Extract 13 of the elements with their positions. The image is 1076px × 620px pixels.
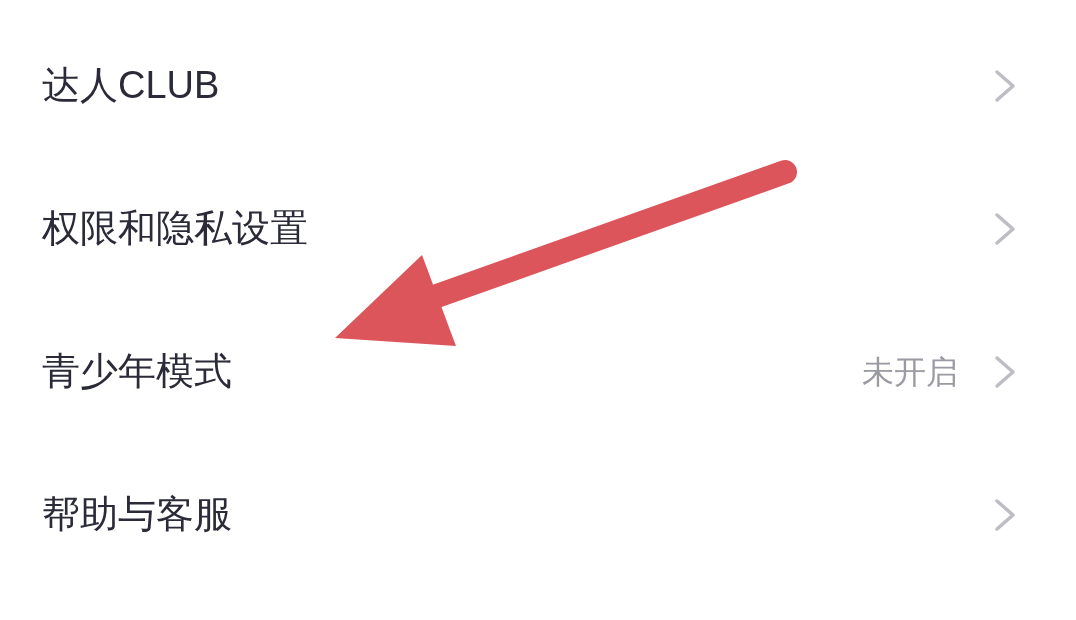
chevron-right-icon bbox=[994, 68, 1016, 103]
menu-item-label: 达人CLUB bbox=[42, 63, 220, 108]
menu-item[interactable]: 帮助与客服 bbox=[0, 443, 1076, 586]
menu-item[interactable]: 权限和隐私设置 bbox=[0, 157, 1076, 300]
chevron-right-icon bbox=[994, 211, 1016, 246]
menu-item-label: 帮助与客服 bbox=[42, 492, 232, 537]
menu-item[interactable]: 达人CLUB bbox=[0, 14, 1076, 157]
menu-item-label: 权限和隐私设置 bbox=[42, 206, 308, 251]
chevron-right-icon bbox=[994, 497, 1016, 532]
menu-item-label: 青少年模式 bbox=[42, 349, 232, 394]
chevron-right-icon bbox=[994, 354, 1016, 389]
menu-item[interactable]: 青少年模式 未开启 bbox=[0, 300, 1076, 443]
menu-item-value: 未开启 bbox=[862, 352, 958, 392]
